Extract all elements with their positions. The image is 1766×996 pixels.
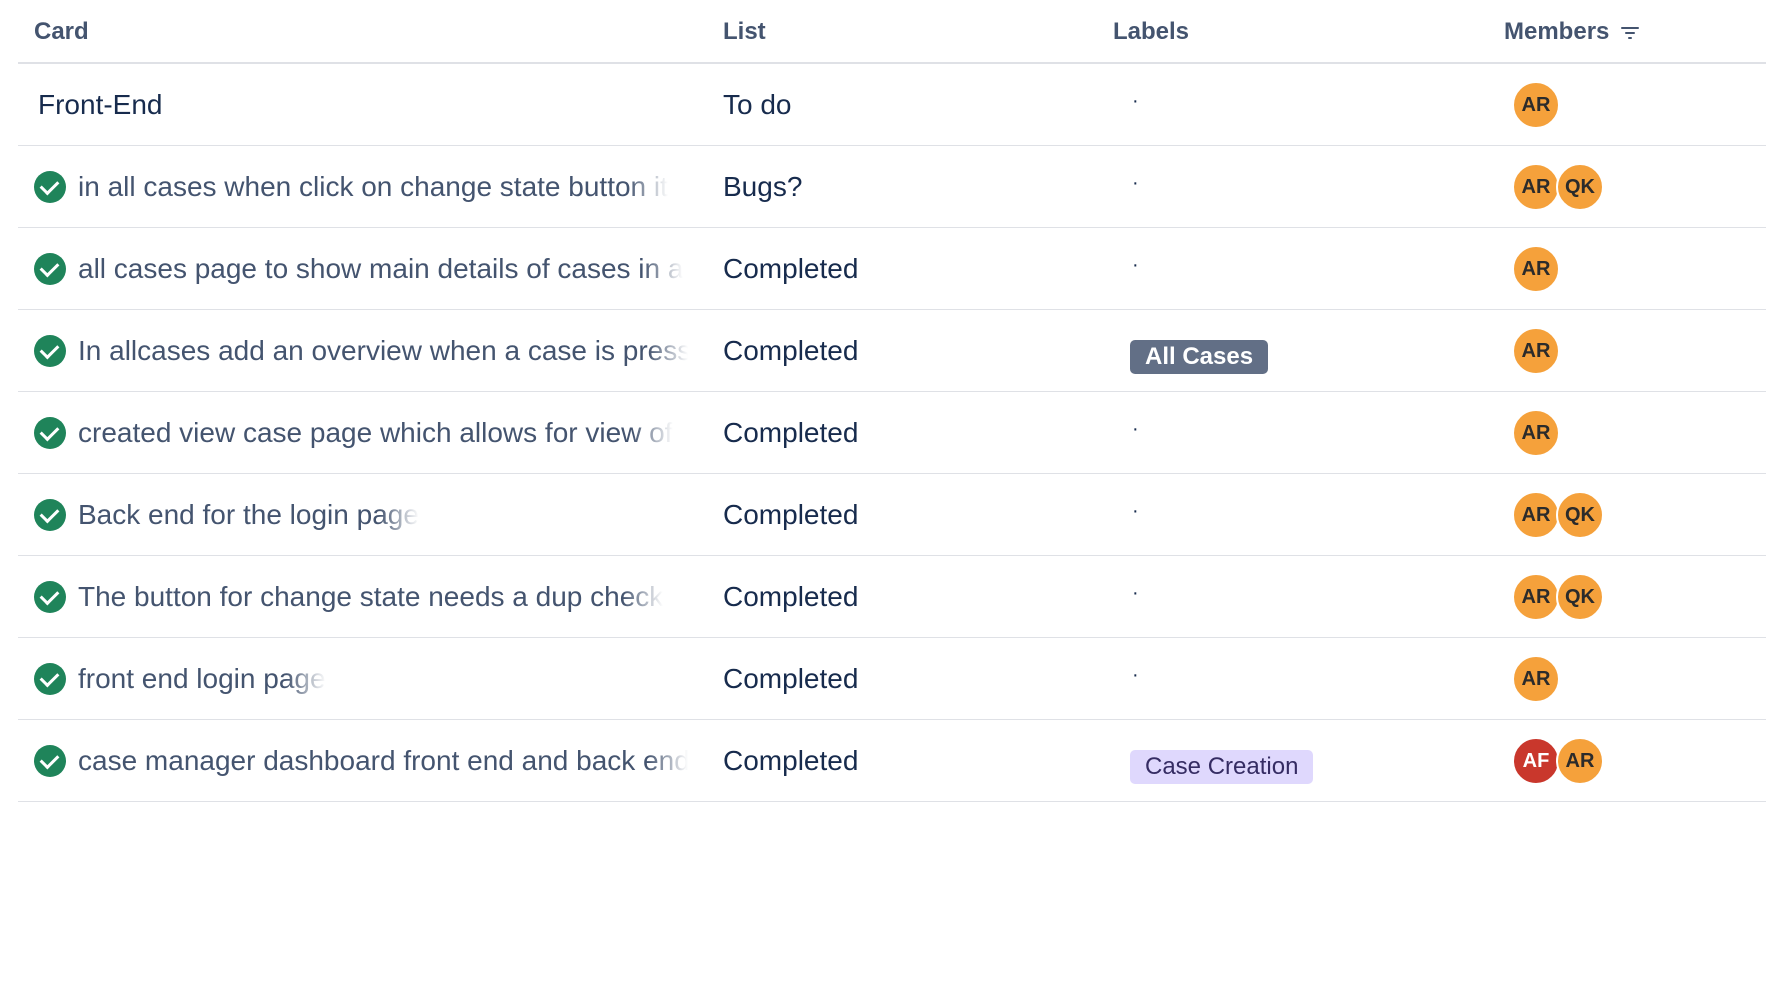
check-circle-icon[interactable] [34, 663, 66, 695]
table-header: Card List Labels Members [18, 0, 1766, 64]
card-title[interactable]: in all cases when click on change state … [78, 171, 668, 203]
card-title[interactable]: Front-End [38, 89, 163, 121]
filter-icon[interactable] [1621, 25, 1641, 39]
table-row[interactable]: Front-End To do · AR [18, 64, 1766, 146]
list-name: Bugs? [723, 171, 803, 202]
labels-cell: · [1130, 638, 1139, 720]
check-circle-icon[interactable] [34, 335, 66, 367]
avatar[interactable]: AF [1512, 737, 1560, 785]
card-title[interactable]: Back end for the login page [78, 499, 419, 531]
check-circle-icon[interactable] [34, 581, 66, 613]
check-circle-icon[interactable] [34, 499, 66, 531]
table-row[interactable]: Back end for the login page Completed · AR Q… [18, 474, 1766, 556]
table-row[interactable]: created view case page which allows for … [18, 392, 1766, 474]
empty-label-placeholder: · [1132, 253, 1139, 276]
avatar[interactable]: AR [1512, 163, 1560, 211]
table-row[interactable]: in all cases when click on change state … [18, 146, 1766, 228]
card-title[interactable]: In allcases add an overview when a case … [78, 335, 688, 367]
check-circle-icon[interactable] [34, 417, 66, 449]
avatar[interactable]: QK [1556, 163, 1604, 211]
list-name: Completed [723, 581, 859, 612]
card-cell: The button for change state needs a dup … [34, 556, 706, 638]
empty-label-placeholder: · [1132, 89, 1139, 112]
avatar[interactable]: QK [1556, 573, 1604, 621]
column-header-list[interactable]: List [723, 18, 766, 46]
card-title[interactable]: The button for change state needs a dup … [78, 581, 663, 613]
check-circle-icon[interactable] [34, 253, 66, 285]
card-cell: Front-End [34, 64, 706, 146]
column-header-card[interactable]: Card [34, 18, 89, 46]
avatar[interactable]: AR [1512, 245, 1560, 293]
column-header-members[interactable]: Members [1504, 18, 1641, 46]
card-cell: in all cases when click on change state … [34, 146, 706, 228]
members-cell: AR [1512, 638, 1560, 720]
list-name: Completed [723, 335, 859, 366]
card-title[interactable]: created view case page which allows for … [78, 417, 673, 449]
list-name: Completed [723, 417, 859, 448]
avatar[interactable]: AR [1512, 409, 1560, 457]
members-cell: AF AR [1512, 720, 1604, 802]
card-title[interactable]: front end login page [78, 663, 326, 695]
card-cell: all cases page to show main details of c… [34, 228, 706, 310]
label-badge[interactable]: Case Creation [1130, 750, 1314, 784]
list-name: Completed [723, 663, 859, 694]
labels-cell: · [1130, 146, 1139, 228]
empty-label-placeholder: · [1132, 171, 1139, 194]
members-cell: AR [1512, 64, 1560, 146]
card-title[interactable]: all cases page to show main details of c… [78, 253, 683, 285]
members-cell: AR [1512, 310, 1560, 392]
empty-label-placeholder: · [1132, 581, 1139, 604]
avatar[interactable]: QK [1556, 491, 1604, 539]
labels-cell: All Cases [1130, 310, 1269, 392]
card-cell: Back end for the login page [34, 474, 706, 556]
members-cell: AR QK [1512, 474, 1604, 556]
labels-cell: Case Creation [1130, 720, 1314, 802]
card-cell: created view case page which allows for … [34, 392, 706, 474]
table-row[interactable]: case manager dashboard front end and bac… [18, 720, 1766, 802]
empty-label-placeholder: · [1132, 499, 1139, 522]
members-cell: AR QK [1512, 146, 1604, 228]
table-row[interactable]: The button for change state needs a dup … [18, 556, 1766, 638]
avatar[interactable]: AR [1512, 573, 1560, 621]
card-cell: case manager dashboard front end and bac… [34, 720, 706, 802]
list-name: Completed [723, 499, 859, 530]
labels-cell: · [1130, 474, 1139, 556]
table-row[interactable]: In allcases add an overview when a case … [18, 310, 1766, 392]
column-header-members-label: Members [1504, 18, 1610, 45]
list-name: Completed [723, 745, 859, 776]
avatar[interactable]: AR [1512, 655, 1560, 703]
empty-label-placeholder: · [1132, 663, 1139, 686]
table-body: Front-End To do · AR in all cases when click… [18, 64, 1766, 802]
labels-cell: · [1130, 392, 1139, 474]
avatar[interactable]: AR [1512, 81, 1560, 129]
avatar[interactable]: AR [1556, 737, 1604, 785]
labels-cell: · [1130, 64, 1139, 146]
members-cell: AR QK [1512, 556, 1604, 638]
avatar[interactable]: AR [1512, 491, 1560, 539]
avatar[interactable]: AR [1512, 327, 1560, 375]
list-name: Completed [723, 253, 859, 284]
empty-label-placeholder: · [1132, 417, 1139, 440]
label-badge[interactable]: All Cases [1130, 340, 1269, 374]
cards-table: Card List Labels Members Front-End To do ·… [18, 0, 1766, 802]
labels-cell: · [1130, 556, 1139, 638]
list-name: To do [723, 89, 792, 120]
card-title[interactable]: case manager dashboard front end and bac… [78, 745, 688, 777]
table-row[interactable]: front end login page Completed · AR [18, 638, 1766, 720]
labels-cell: · [1130, 228, 1139, 310]
check-circle-icon[interactable] [34, 745, 66, 777]
column-header-labels[interactable]: Labels [1113, 18, 1189, 46]
check-circle-icon[interactable] [34, 171, 66, 203]
table-row[interactable]: all cases page to show main details of c… [18, 228, 1766, 310]
members-cell: AR [1512, 392, 1560, 474]
members-cell: AR [1512, 228, 1560, 310]
card-cell: In allcases add an overview when a case … [34, 310, 706, 392]
card-cell: front end login page [34, 638, 706, 720]
